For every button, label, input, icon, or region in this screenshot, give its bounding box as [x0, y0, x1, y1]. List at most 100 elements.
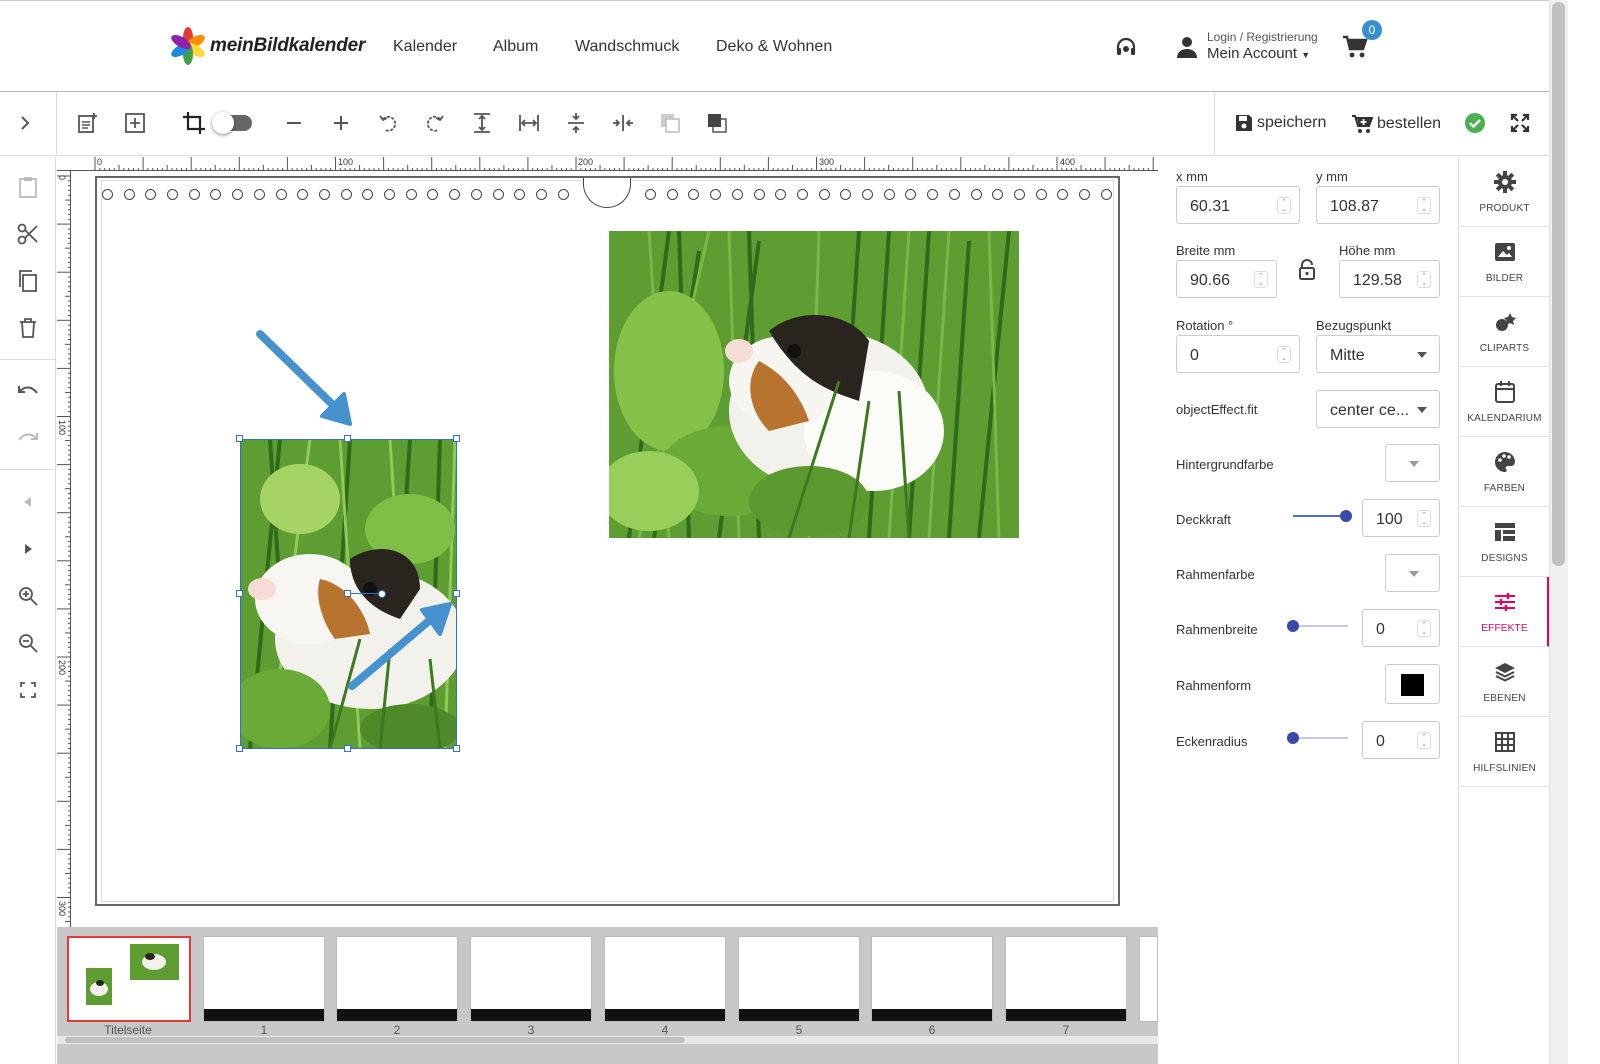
user-icon[interactable]: [1176, 36, 1198, 63]
borderwidth-input[interactable]: 0 ⌃ ⌄: [1362, 609, 1440, 647]
nav-designs[interactable]: DESIGNS: [1459, 507, 1550, 577]
thumbnail-month-page[interactable]: [871, 936, 993, 1022]
anchor-select[interactable]: Mitte: [1316, 335, 1440, 373]
fit-to-screen-icon[interactable]: [11, 673, 45, 707]
nav-hilfslinien[interactable]: HILFSLINIEN: [1459, 717, 1550, 787]
copy-icon[interactable]: [11, 264, 45, 298]
radius-slider-knob[interactable]: [1287, 732, 1299, 744]
bordershape-picker[interactable]: [1385, 664, 1440, 704]
nav-wandschmuck[interactable]: Wandschmuck: [575, 38, 679, 56]
thumbnail-month-page[interactable]: [336, 936, 458, 1022]
add-box-icon[interactable]: [118, 104, 152, 142]
support-headset-icon[interactable]: [1114, 36, 1138, 65]
thumbnail-month-page[interactable]: [1005, 936, 1127, 1022]
opacity-input[interactable]: 100 ⌃ ⌄: [1362, 499, 1440, 537]
height-input[interactable]: 129.58 ⌃ ⌄: [1339, 260, 1440, 298]
thumbnail-month-page[interactable]: [203, 936, 325, 1022]
crop-icon[interactable]: [177, 104, 211, 142]
borderwidth-slider-knob[interactable]: [1287, 620, 1299, 632]
crop-mode-toggle[interactable]: [212, 112, 252, 134]
rotate-left-icon[interactable]: [371, 104, 405, 142]
next-page-icon[interactable]: [11, 532, 45, 566]
fit-height-icon[interactable]: [465, 104, 499, 142]
nav-cliparts[interactable]: CLIPARTS: [1459, 297, 1550, 367]
cut-icon[interactable]: [11, 217, 45, 251]
nav-kalender[interactable]: Kalender: [393, 38, 457, 56]
y-input[interactable]: 108.87 ⌃ ⌄: [1316, 186, 1440, 224]
thumbnail-title-page[interactable]: [67, 936, 191, 1022]
center-vertical-icon[interactable]: [559, 104, 593, 142]
rotation-input[interactable]: 0 ⌃ ⌄: [1176, 335, 1300, 373]
rotate-right-icon[interactable]: [418, 104, 452, 142]
undo-icon[interactable]: [11, 375, 45, 409]
nav-effekte-label: EFFEKTE: [1481, 623, 1528, 634]
bgcolor-picker[interactable]: [1385, 444, 1440, 482]
paste-icon[interactable]: [11, 170, 45, 204]
nav-effekte[interactable]: EFFEKTE: [1459, 577, 1550, 647]
thumbnail-month-page[interactable]: [470, 936, 592, 1022]
bordercolor-picker[interactable]: [1385, 554, 1440, 592]
photo-guinea-pig-large[interactable]: [609, 231, 1019, 538]
scrollbar-thumb[interactable]: [65, 1037, 685, 1043]
nav-farben[interactable]: FARBEN: [1459, 437, 1550, 507]
opacity-slider-knob[interactable]: [1340, 510, 1352, 522]
thumbnail-month-page[interactable]: [1139, 936, 1158, 1022]
nav-bilder[interactable]: BILDER: [1459, 227, 1550, 297]
radius-input[interactable]: 0 ⌃ ⌄: [1362, 721, 1440, 759]
width-stepper[interactable]: ⌃ ⌄: [1254, 271, 1268, 288]
left-toolbar: [0, 157, 56, 1064]
fullscreen-icon[interactable]: [1510, 113, 1530, 138]
previous-page-icon[interactable]: [11, 485, 45, 519]
radius-stepper[interactable]: ⌃ ⌄: [1417, 732, 1431, 749]
binding-hole: [558, 189, 569, 200]
right-navigation: PRODUKT BILDER CLIPARTS KALENDARIUM FARB…: [1458, 157, 1550, 1064]
opacity-stepper[interactable]: ⌃ ⌄: [1417, 510, 1431, 527]
send-backward-icon[interactable]: [653, 104, 687, 142]
bring-forward-icon[interactable]: [700, 104, 734, 142]
thumbnail-month-page[interactable]: [604, 936, 726, 1022]
fit-width-icon[interactable]: [512, 104, 546, 142]
binding-hole: [427, 189, 438, 200]
resize-handle-bottom[interactable]: [344, 745, 351, 752]
save-button[interactable]: speichern: [1235, 114, 1326, 132]
thumbnail-scrollbar[interactable]: [57, 1036, 1158, 1044]
resize-handle-bottom-left[interactable]: [236, 745, 243, 752]
borderwidth-stepper[interactable]: ⌃ ⌄: [1417, 620, 1431, 637]
x-stepper[interactable]: ⌃ ⌄: [1277, 197, 1291, 214]
thumbnail-month-page[interactable]: [738, 936, 860, 1022]
page-scrollbar-thumb[interactable]: [1552, 2, 1565, 566]
cart-icon[interactable]: [1342, 35, 1368, 64]
width-input[interactable]: 90.66 ⌃ ⌄: [1176, 260, 1277, 298]
x-input[interactable]: 60.31 ⌃ ⌄: [1176, 186, 1300, 224]
nav-designs-label: DESIGNS: [1481, 553, 1528, 564]
delete-icon[interactable]: [11, 311, 45, 345]
nav-kalendarium[interactable]: KALENDARIUM: [1459, 367, 1550, 437]
zoom-plus-icon[interactable]: [324, 104, 358, 142]
check-circle-icon[interactable]: [1465, 113, 1485, 138]
order-button[interactable]: bestellen: [1351, 114, 1441, 134]
redo-icon[interactable]: [11, 422, 45, 456]
account-menu[interactable]: Mein Account ▼: [1207, 45, 1310, 62]
unlock-icon[interactable]: [1298, 259, 1316, 286]
binding-hole: [449, 189, 460, 200]
nav-ebenen[interactable]: EBENEN: [1459, 647, 1550, 717]
height-stepper[interactable]: ⌃ ⌄: [1417, 271, 1431, 288]
rotation-stepper[interactable]: ⌃ ⌄: [1277, 346, 1291, 363]
nav-deko-wohnen[interactable]: Deko & Wohnen: [716, 38, 832, 56]
resize-handle-bottom-right[interactable]: [453, 745, 460, 752]
expand-left-panel-button[interactable]: [8, 104, 42, 142]
zoom-minus-icon[interactable]: [277, 104, 311, 142]
nav-album[interactable]: Album: [493, 38, 538, 56]
borderwidth-slider[interactable]: [1293, 625, 1348, 627]
radius-slider[interactable]: [1293, 737, 1348, 739]
zoom-out-icon[interactable]: [11, 626, 45, 660]
y-stepper[interactable]: ⌃ ⌄: [1417, 197, 1431, 214]
fit-select[interactable]: center ce...: [1316, 390, 1440, 428]
center-horizontal-icon[interactable]: [606, 104, 640, 142]
anchor-label: Bezugspunkt: [1316, 318, 1392, 333]
account-login-register[interactable]: Login / Registrierung: [1207, 30, 1318, 44]
nav-produkt[interactable]: PRODUKT: [1459, 157, 1550, 227]
add-text-icon[interactable]: [71, 104, 105, 142]
zoom-in-icon[interactable]: [11, 579, 45, 613]
logo[interactable]: meinBildkalender: [170, 27, 365, 65]
